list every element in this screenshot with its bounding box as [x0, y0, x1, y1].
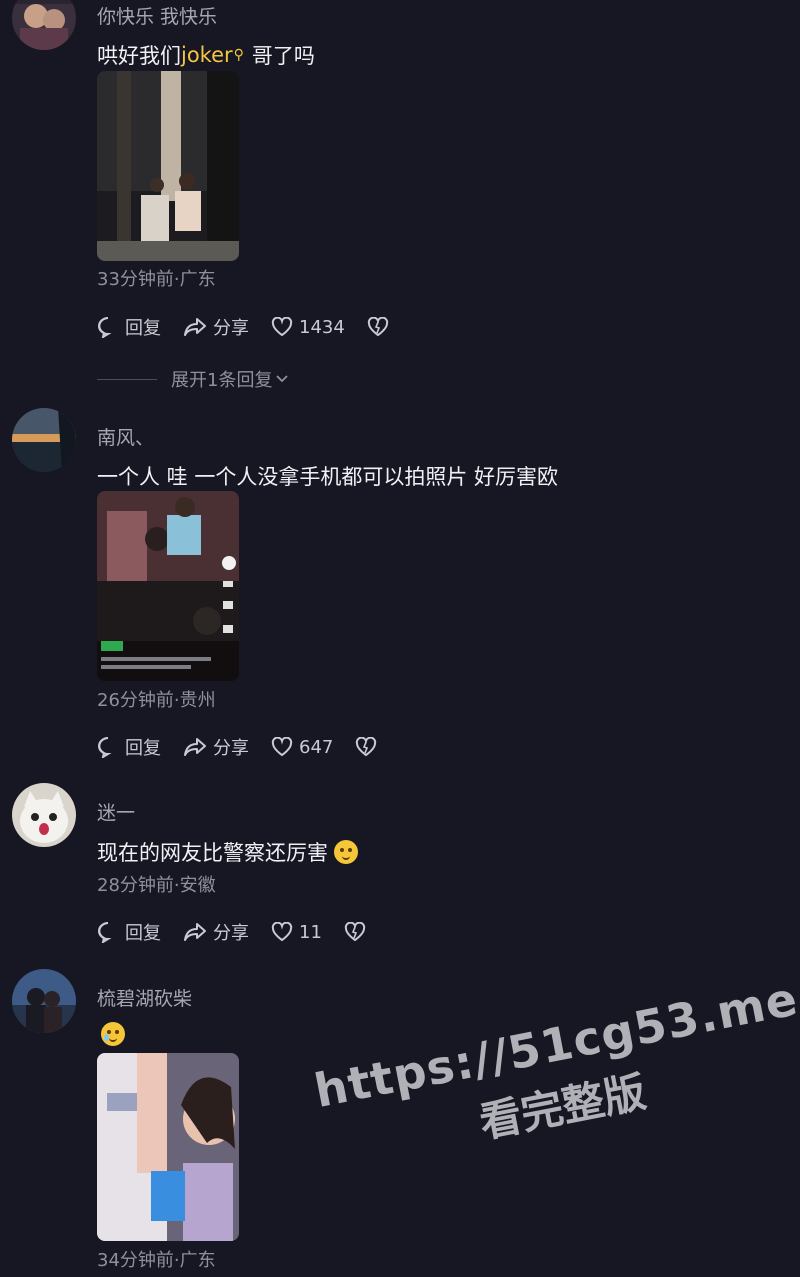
reply-button[interactable]: 回复: [97, 919, 161, 945]
username[interactable]: 南风、: [97, 423, 154, 450]
dislike-button[interactable]: [355, 737, 383, 757]
share-arrow-icon: [184, 318, 206, 336]
comment-meta: 28分钟前·安徽: [97, 875, 216, 896]
username[interactable]: 梳碧湖砍柴: [97, 984, 192, 1011]
like-button[interactable]: 11: [271, 922, 322, 943]
mention-link[interactable]: joker: [181, 43, 233, 67]
reply-button[interactable]: 回复: [97, 734, 161, 760]
dislike-button[interactable]: [344, 922, 372, 942]
comment-text: 一个人 哇 一个人没拿手机都可以拍照片 好厉害欧: [97, 465, 559, 489]
reply-label: 回复: [125, 318, 161, 339]
broken-heart-icon: [344, 922, 366, 942]
like-button[interactable]: 1434: [271, 317, 345, 338]
comment-actions: 回复 分享 11: [97, 919, 394, 945]
comment-image[interactable]: [97, 1053, 239, 1241]
share-label: 分享: [213, 318, 249, 339]
comment-text-before: 哄好我们: [97, 44, 181, 68]
share-arrow-icon: [184, 738, 206, 756]
divider-line: [97, 378, 157, 380]
expand-replies-button[interactable]: 展开1条回复: [97, 366, 289, 392]
comment-text: 现在的网友比警察还厉害: [97, 837, 358, 867]
share-button[interactable]: 分享: [183, 314, 249, 340]
broken-heart-icon: [356, 737, 377, 757]
search-icon: ⚲: [233, 47, 244, 63]
smile-emoji-icon: [334, 840, 358, 864]
comment-bubble-icon: [98, 737, 112, 758]
broken-heart-icon: [367, 317, 388, 337]
reply-button[interactable]: 回复: [97, 314, 161, 340]
comment-text-body: 现在的网友比警察还厉害: [97, 841, 328, 865]
comment-meta: 34分钟前·广东: [97, 1250, 216, 1271]
crying-emoji-icon: [101, 1022, 125, 1046]
comment-text-after: 哥了吗: [251, 44, 315, 68]
like-count: 647: [299, 736, 334, 758]
comment-actions: 回复 分享 1434: [97, 314, 417, 340]
username[interactable]: 你快乐 我快乐: [97, 2, 217, 29]
comment-meta: 26分钟前·贵州: [97, 690, 216, 711]
comment-text: 哄好我们 joker ⚲ 哥了吗: [97, 40, 315, 70]
comment-actions: 回复 分享 647: [97, 734, 405, 760]
avatar[interactable]: [12, 783, 76, 847]
share-arrow-icon: [184, 923, 206, 941]
like-button[interactable]: 647: [271, 737, 333, 758]
dislike-button[interactable]: [367, 317, 395, 337]
avatar[interactable]: [12, 0, 76, 50]
comment-list: 你快乐 我快乐 哄好我们 joker ⚲ 哥了吗 33分钟前·广东 回复 分享 …: [0, 0, 800, 1277]
share-button[interactable]: 分享: [183, 919, 249, 945]
comment-meta: 33分钟前·广东: [97, 269, 216, 290]
comment-image[interactable]: [97, 491, 239, 681]
heart-icon: [271, 737, 293, 757]
comment-image[interactable]: [97, 71, 239, 261]
comment-bubble-icon: [98, 922, 112, 943]
watermark-url: https://51cg53.me: [310, 971, 800, 1119]
avatar[interactable]: [12, 969, 76, 1033]
username[interactable]: 迷一: [97, 798, 135, 825]
reply-label: 回复: [125, 738, 161, 759]
share-button[interactable]: 分享: [183, 734, 249, 760]
like-count: 11: [299, 921, 322, 943]
watermark-subtitle: 看完整版: [475, 1066, 650, 1148]
watermark: https://51cg53.me 看完整版: [310, 971, 800, 1179]
comment-bubble-icon: [98, 317, 112, 338]
share-label: 分享: [213, 923, 249, 944]
heart-icon: [271, 922, 293, 942]
reply-label: 回复: [125, 923, 161, 944]
chevron-down-icon: [276, 375, 289, 383]
expand-label: 展开1条回复: [171, 370, 273, 391]
share-label: 分享: [213, 738, 249, 759]
heart-icon: [271, 317, 293, 337]
like-count: 1434: [299, 316, 345, 338]
avatar[interactable]: [12, 408, 76, 472]
comment-text: [101, 1022, 125, 1046]
